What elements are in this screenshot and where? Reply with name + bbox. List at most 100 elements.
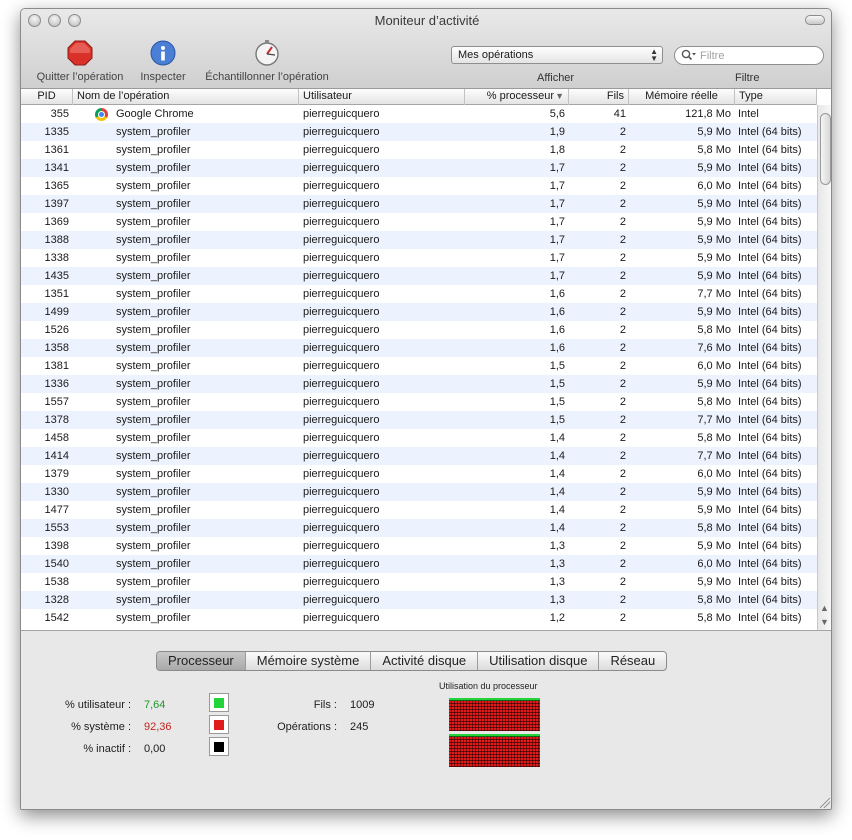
user-cell: pierreguicquero — [303, 450, 380, 462]
table-row[interactable]: 1499 system_profiler pierreguicquero 1,6 2 5,… — [21, 303, 817, 321]
type-cell: Intel (64 bits) — [738, 252, 802, 264]
scroll-up-arrow-icon[interactable]: ▲ — [820, 603, 829, 613]
type-cell: Intel (64 bits) — [738, 468, 802, 480]
pid-cell: 1435 — [44, 270, 69, 282]
table-row[interactable]: 1335 system_profiler pierreguicquero 1,9 2 5,… — [21, 123, 817, 141]
processes-label: Opérations : — [277, 721, 337, 733]
user-percent-value: 7,64 — [144, 699, 166, 711]
cpu-cell: 1,6 — [549, 324, 565, 336]
process-name-cell: system_profiler — [116, 396, 191, 408]
pid-cell: 1361 — [44, 144, 69, 156]
threads-cell: 41 — [613, 108, 626, 120]
quit-process-button[interactable]: Quitter l’opération — [30, 39, 130, 83]
memory-cell: 6,0 Mo — [697, 360, 731, 372]
column-header-cpu-label: % processeur — [486, 90, 554, 102]
table-row[interactable]: 1336 system_profiler pierreguicquero 1,5 2 5,… — [21, 375, 817, 393]
memory-cell: 121,8 Mo — [685, 108, 731, 120]
process-name-cell: system_profiler — [116, 324, 191, 336]
cpu-cell: 1,9 — [549, 126, 565, 138]
inspect-label: Inspecter — [140, 71, 186, 83]
memory-cell: 6,0 Mo — [697, 558, 731, 570]
table-row[interactable]: 355 Google Chrome pierreguicquero 5,6 41 121,… — [21, 105, 817, 123]
scroll-down-arrow-icon[interactable]: ▼ — [820, 617, 829, 627]
table-row[interactable]: 1540 system_profiler pierreguicquero 1,3 2 6,… — [21, 555, 817, 573]
cpu-cell: 1,6 — [549, 288, 565, 300]
table-row[interactable]: 1553 system_profiler pierreguicquero 1,4 2 5,… — [21, 519, 817, 537]
table-row[interactable]: 1388 system_profiler pierreguicquero 1,7 2 5,… — [21, 231, 817, 249]
column-header-memory[interactable]: Mémoire réelle — [629, 89, 735, 105]
table-row[interactable]: 1351 system_profiler pierreguicquero 1,6 2 7,… — [21, 285, 817, 303]
table-row[interactable]: 1338 system_profiler pierreguicquero 1,7 2 5,… — [21, 249, 817, 267]
scrollbar-thumb[interactable] — [820, 113, 831, 185]
table-row[interactable]: 1365 system_profiler pierreguicquero 1,7 2 6,… — [21, 177, 817, 195]
table-row[interactable]: 1341 system_profiler pierreguicquero 1,7 2 5,… — [21, 159, 817, 177]
type-cell: Intel (64 bits) — [738, 414, 802, 426]
sample-process-label: Échantillonner l’opération — [205, 71, 329, 83]
column-header-name[interactable]: Nom de l’opération — [73, 89, 299, 105]
process-name-cell: system_profiler — [116, 558, 191, 570]
cpu-cell: 1,3 — [549, 594, 565, 606]
idle-color-swatch[interactable] — [209, 737, 229, 756]
tab-3[interactable]: Utilisation disque — [478, 652, 600, 670]
column-header-user[interactable]: Utilisateur — [299, 89, 465, 105]
table-row[interactable]: 1381 system_profiler pierreguicquero 1,5 2 6,… — [21, 357, 817, 375]
idle-percent-value: 0,00 — [144, 743, 166, 755]
pid-cell: 1526 — [44, 324, 69, 336]
threads-cell: 2 — [619, 612, 626, 624]
sample-process-button[interactable]: Échantillonner l’opération — [197, 39, 337, 83]
system-percent-value: 92,36 — [144, 721, 172, 733]
pid-cell: 1365 — [44, 180, 69, 192]
system-color-swatch[interactable] — [209, 715, 229, 734]
inspect-button[interactable]: Inspecter — [136, 39, 190, 83]
table-row[interactable]: 1557 system_profiler pierreguicquero 1,5 2 5,… — [21, 393, 817, 411]
column-header-type[interactable]: Type — [735, 89, 817, 105]
column-header-cpu[interactable]: % processeur ▼ — [465, 89, 569, 105]
threads-cell: 2 — [619, 576, 626, 588]
tab-4[interactable]: Réseau — [599, 652, 666, 670]
type-cell: Intel (64 bits) — [738, 522, 802, 534]
tab-1[interactable]: Mémoire système — [246, 652, 372, 670]
show-processes-select[interactable]: Mes opérations ▲ ▼ — [451, 46, 663, 64]
table-row[interactable]: 1369 system_profiler pierreguicquero 1,7 2 5,… — [21, 213, 817, 231]
processes-value: 245 — [350, 721, 369, 733]
table-row[interactable]: 1378 system_profiler pierreguicquero 1,5 2 7,… — [21, 411, 817, 429]
process-name-cell: system_profiler — [116, 216, 191, 228]
column-header-pid[interactable]: PID — [21, 89, 73, 105]
table-row[interactable]: 1398 system_profiler pierreguicquero 1,3 2 5,… — [21, 537, 817, 555]
table-row[interactable]: 1458 system_profiler pierreguicquero 1,4 2 5,… — [21, 429, 817, 447]
user-color-swatch[interactable] — [209, 693, 229, 712]
cpu-cell: 1,5 — [549, 360, 565, 372]
table-row[interactable]: 1435 system_profiler pierreguicquero 1,7 2 5,… — [21, 267, 817, 285]
column-header-threads[interactable]: Fils — [569, 89, 629, 105]
pid-cell: 1458 — [44, 432, 69, 444]
table-row[interactable]: 1361 system_profiler pierreguicquero 1,8 2 5,… — [21, 141, 817, 159]
threads-label: Fils : — [313, 699, 337, 711]
type-cell: Intel (64 bits) — [738, 612, 802, 624]
pid-cell: 1499 — [44, 306, 69, 318]
table-row[interactable]: 1330 system_profiler pierreguicquero 1,4 2 5,… — [21, 483, 817, 501]
process-name-cell: system_profiler — [116, 252, 191, 264]
vertical-scrollbar[interactable]: ▲ ▼ — [817, 105, 831, 630]
table-row[interactable]: 1542 system_profiler pierreguicquero 1,2 2 5,… — [21, 609, 817, 627]
process-name-cell: system_profiler — [116, 540, 191, 552]
table-row[interactable]: 1414 system_profiler pierreguicquero 1,4 2 7,… — [21, 447, 817, 465]
cpu-cell: 1,7 — [549, 252, 565, 264]
user-cell: pierreguicquero — [303, 198, 380, 210]
tab-2[interactable]: Activité disque — [371, 652, 479, 670]
cpu-cell: 1,7 — [549, 162, 565, 174]
table-row[interactable]: 1328 system_profiler pierreguicquero 1,3 2 5,… — [21, 591, 817, 609]
user-cell: pierreguicquero — [303, 378, 380, 390]
user-cell: pierreguicquero — [303, 486, 380, 498]
table-row[interactable]: 1358 system_profiler pierreguicquero 1,6 2 7,… — [21, 339, 817, 357]
tab-0[interactable]: Processeur — [157, 652, 246, 670]
resize-grip-icon[interactable] — [820, 798, 830, 808]
table-row[interactable]: 1526 system_profiler pierreguicquero 1,6 2 5,… — [21, 321, 817, 339]
cpu-cell: 1,4 — [549, 450, 565, 462]
table-row[interactable]: 1397 system_profiler pierreguicquero 1,7 2 5,… — [21, 195, 817, 213]
filter-search-field[interactable]: Filtre — [674, 46, 824, 65]
table-row[interactable]: 1477 system_profiler pierreguicquero 1,4 2 5,… — [21, 501, 817, 519]
table-row[interactable]: 1379 system_profiler pierreguicquero 1,4 2 6,… — [21, 465, 817, 483]
table-row[interactable]: 1538 system_profiler pierreguicquero 1,3 2 5,… — [21, 573, 817, 591]
threads-cell: 2 — [619, 414, 626, 426]
toolbar-toggle-button[interactable] — [805, 15, 825, 25]
